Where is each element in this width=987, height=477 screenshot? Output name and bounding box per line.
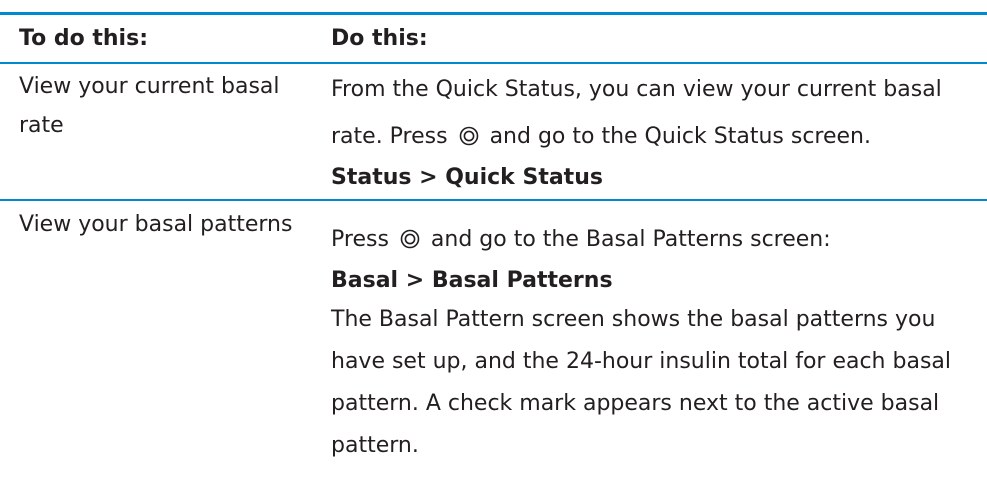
header-to-do-this: To do this: [19,26,148,51]
header-do-this: Do this: [331,26,428,51]
row2-step-line1-before: Press [331,227,389,252]
row2-step-line5: pattern. A check mark appears next to th… [331,391,940,416]
select-button-icon [459,126,478,146]
row1-rule [0,199,987,201]
row1-task-line2: rate [19,113,64,138]
row1-step-line2-before: rate. Press [331,124,448,149]
row2-step-line3: The Basal Pattern screen shows the basal… [331,307,936,332]
row1-step-line1: From the Quick Status, you can view your… [331,77,942,102]
select-button-icon [400,229,420,249]
row2-menu-path: Basal > Basal Patterns [331,268,613,293]
row2-task-line1: View your basal patterns [19,212,293,237]
table-top-rule [0,12,987,15]
row2-step-line6: pattern. [331,433,419,458]
row2-step-line1: Press and go to the Basal Patterns scree… [331,221,831,258]
row2-step-line4: have set up, and the 24-hour insulin tot… [331,349,951,374]
header-rule [0,62,987,64]
row1-step-line2-after: and go to the Quick Status screen. [489,124,871,149]
row1-step-line2: rate. Press and go to the Quick Status s… [331,118,871,155]
row1-task-line1: View your current basal [19,74,280,99]
row2-step-line1-after: and go to the Basal Patterns screen: [430,227,831,252]
row1-menu-path: Status > Quick Status [331,165,603,190]
